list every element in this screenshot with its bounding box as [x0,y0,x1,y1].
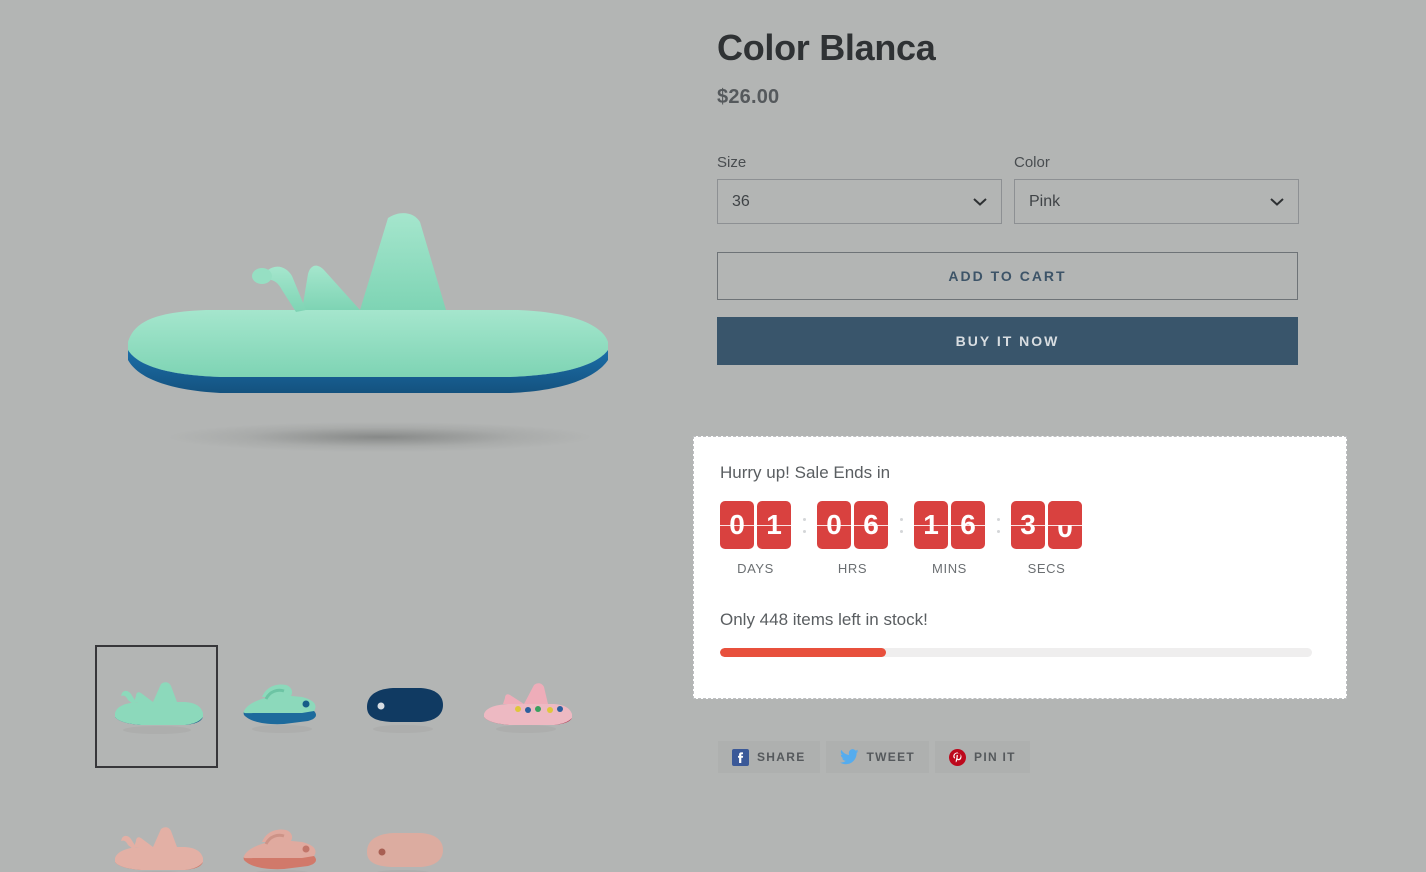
color-label: Color [1014,154,1050,172]
countdown-hours-digits: 0 6 [817,501,888,549]
pinterest-icon [949,748,967,766]
countdown-separator [888,501,914,549]
thumbnail-gallery [95,645,685,872]
color-select-value: Pink [1029,192,1061,210]
product-price: $26.00 [717,86,780,109]
main-product-image[interactable] [0,0,693,620]
size-select-value: 36 [732,192,750,210]
chevron-down-icon [973,197,987,206]
color-select[interactable]: Pink [1014,179,1299,225]
product-gallery [0,0,693,872]
thumbnail-2[interactable] [341,645,464,768]
thumbnail-4[interactable] [95,790,218,872]
countdown-seconds: 3 0 SECS [1011,501,1082,576]
share-twitter-label: TWEET [866,750,916,764]
twitter-icon [839,749,859,765]
countdown-digit: 6 [854,501,888,549]
thumb-sandal-pink-beads-icon [483,682,572,733]
share-facebook-button[interactable]: SHARE [718,741,820,773]
countdown-minutes: 1 6 MINS [914,501,985,576]
sale-countdown-panel: Hurry up! Sale Ends in 0 1 DAYS 0 6 HRS … [693,436,1347,699]
variant-color: Color Pink [1014,154,1299,225]
thumb-sandal-pink-angle-icon [243,829,316,872]
image-drop-shadow [170,422,590,452]
social-share-row: SHARE TWEET PIN IT [718,741,1030,773]
countdown-hours-label: HRS [837,561,868,576]
share-facebook-label: SHARE [757,750,806,764]
thumbnail-0[interactable] [95,645,218,768]
share-twitter-button[interactable]: TWEET [825,741,930,773]
add-to-cart-button[interactable]: ADD TO CART [717,252,1298,301]
page-title: Color Blanca [717,27,936,68]
size-select[interactable]: 36 [717,179,1002,225]
thumbnail-row-1 [95,645,685,768]
product-info: Color Blanca $26.00 Size 36 Color Pink A… [717,0,1317,366]
thumbnail-6[interactable] [341,790,464,872]
share-pinterest-button[interactable]: PIN IT [935,741,1030,773]
stock-progress-bar [720,648,1312,657]
countdown-digit: 3 [1011,501,1045,549]
product-page: Color Blanca $26.00 Size 36 Color Pink A… [0,0,1426,872]
countdown-digit: 0 [720,501,754,549]
countdown-timer: 0 1 DAYS 0 6 HRS 1 6 MINS 3 0 SECS [720,501,1320,576]
countdown-days: 0 1 DAYS [720,501,791,576]
countdown-digit: 0 [817,501,851,549]
thumbnail-1[interactable] [218,645,341,768]
stock-progress-fill [720,648,886,657]
variant-selectors: Size 36 Color Pink [717,154,1317,225]
countdown-seconds-digits: 3 0 [1011,501,1082,549]
thumbnail-row-2 [95,790,685,872]
countdown-digit: 1 [914,501,948,549]
countdown-days-label: DAYS [737,561,774,576]
countdown-separator [791,501,817,549]
countdown-minutes-label: MINS [932,561,967,576]
countdown-digit: 0 [1048,501,1082,549]
thumb-sole-navy-top-icon [366,687,443,733]
countdown-digit: 1 [757,501,791,549]
thumb-sandal-mint-side-icon [114,681,203,734]
countdown-digit: 6 [951,501,985,549]
countdown-minutes-digits: 1 6 [914,501,985,549]
chevron-down-icon [1270,197,1284,206]
thumb-sole-pink-top-icon [366,832,443,872]
thumb-sandal-pink-side-icon [114,826,203,872]
variant-size: Size 36 [717,154,1002,225]
stock-message: Only 448 items left in stock! [720,610,928,629]
countdown-separator [985,501,1011,549]
countdown-days-digits: 0 1 [720,501,791,549]
buy-it-now-button[interactable]: BUY IT NOW [717,317,1298,366]
share-pinterest-label: PIN IT [974,750,1016,764]
sandal-illustration [110,200,650,470]
thumb-sandal-mint-angle-icon [243,684,316,733]
thumbnail-3[interactable] [464,645,587,768]
facebook-icon [732,748,749,766]
size-label: Size [717,154,747,172]
countdown-hours: 0 6 HRS [817,501,888,576]
countdown-seconds-label: SECS [1027,561,1066,576]
thumbnail-5[interactable] [218,790,341,872]
promo-heading: Hurry up! Sale Ends in [720,463,891,482]
